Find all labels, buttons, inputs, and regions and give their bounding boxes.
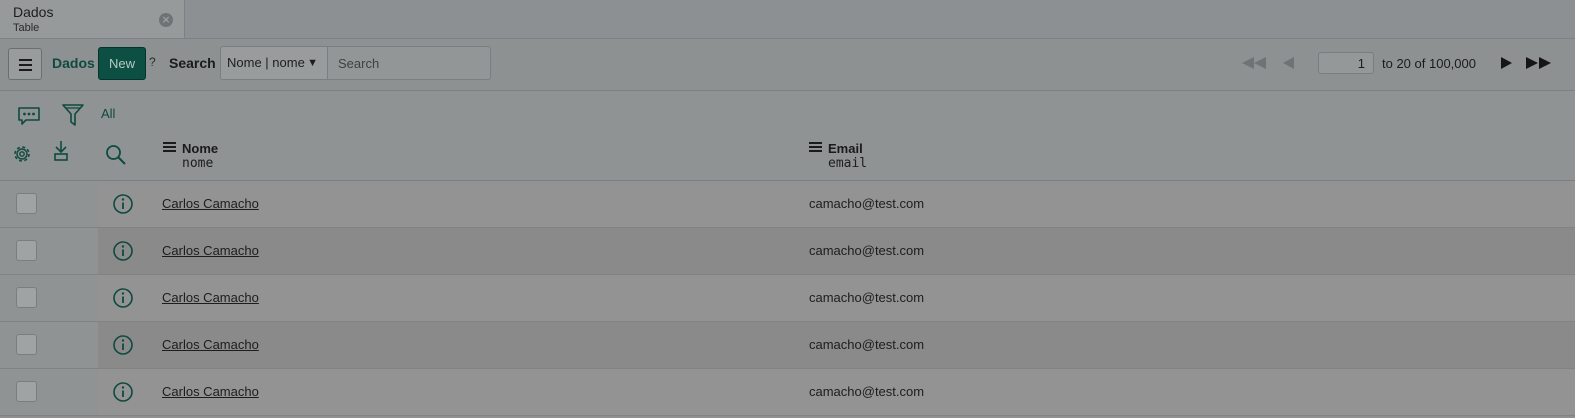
column-title: Email (828, 141, 863, 156)
row-select-cell (0, 228, 98, 274)
left-arrow-icon[interactable] (1282, 57, 1296, 69)
close-icon[interactable]: × (159, 13, 173, 27)
funnel-icon[interactable] (62, 103, 84, 127)
row-name-link[interactable]: Carlos Camacho (162, 337, 259, 352)
row-checkbox[interactable] (16, 334, 37, 355)
info-circle-icon[interactable] (112, 287, 134, 309)
tab-strip: Dados Table × (0, 0, 1575, 39)
row-name-link[interactable]: Carlos Camacho (162, 290, 259, 305)
search-field-value: Nome | nome (227, 55, 305, 70)
gear-icon[interactable] (11, 143, 33, 165)
menu-button[interactable] (8, 48, 42, 80)
table-row: Carlos Camacho camacho@test.com (0, 275, 1575, 322)
table-row: Carlos Camacho camacho@test.com (0, 322, 1575, 369)
column-field-name: email (828, 156, 868, 171)
row-checkbox[interactable] (16, 193, 37, 214)
row-email: camacho@test.com (809, 243, 925, 258)
right-arrow-icon[interactable] (1500, 57, 1514, 69)
new-button[interactable]: New (98, 47, 146, 80)
row-name-link[interactable]: Carlos Camacho (162, 196, 259, 211)
chat-bubble-icon[interactable] (17, 106, 41, 126)
column-menu-icon[interactable] (163, 142, 176, 152)
info-circle-icon[interactable] (112, 381, 134, 403)
row-email: camacho@test.com (809, 290, 925, 305)
help-icon[interactable]: ? (149, 55, 156, 69)
row-email: camacho@test.com (809, 384, 925, 399)
filter-all-link[interactable]: All (101, 106, 115, 121)
hamburger-icon-line (19, 69, 32, 71)
hamburger-icon-line (19, 64, 32, 66)
info-circle-icon[interactable] (112, 193, 134, 215)
row-select-cell (0, 181, 98, 227)
table-row: Carlos Camacho camacho@test.com (0, 369, 1575, 416)
row-email: camacho@test.com (809, 196, 925, 211)
row-select-cell (0, 275, 98, 321)
double-left-arrow-icon[interactable] (1242, 57, 1270, 69)
column-menu-icon[interactable] (809, 142, 822, 152)
chevron-down-icon: ▼ (307, 57, 318, 69)
row-select-cell (0, 322, 98, 368)
row-checkbox[interactable] (16, 381, 37, 402)
info-circle-icon[interactable] (112, 334, 134, 356)
search-icon[interactable] (105, 144, 127, 166)
row-name-link[interactable]: Carlos Camacho (162, 384, 259, 399)
tab-subtitle: Table (13, 22, 40, 34)
column-field-name: nome (182, 156, 214, 171)
list-title-link[interactable]: Dados (52, 55, 95, 71)
search-field-select[interactable]: Nome | nome ▼ (220, 46, 328, 80)
table-body: Carlos Camacho camacho@test.com Carlos C… (0, 181, 1575, 416)
row-name-link[interactable]: Carlos Camacho (162, 243, 259, 258)
column-title: Nome (182, 141, 219, 156)
page-range-text: to 20 of 100,000 (1382, 56, 1476, 71)
row-checkbox[interactable] (16, 240, 37, 261)
table-row: Carlos Camacho camacho@test.com (0, 181, 1575, 228)
page-number-input[interactable] (1318, 52, 1374, 74)
search-input[interactable] (327, 46, 491, 80)
list-toolbar: Dados New ? Search Nome | nome ▼ to 20 o… (0, 39, 1575, 91)
info-circle-icon[interactable] (112, 240, 134, 262)
row-email: camacho@test.com (809, 337, 925, 352)
hamburger-icon (19, 59, 32, 61)
table-row: Carlos Camacho camacho@test.com (0, 228, 1575, 275)
list-header: All Nome nome Email email (0, 91, 1575, 182)
download-icon[interactable] (53, 140, 69, 162)
tab-title: Dados (13, 4, 54, 20)
row-select-cell (0, 369, 98, 415)
search-label: Search (169, 55, 216, 71)
double-right-arrow-icon[interactable] (1526, 57, 1554, 69)
tab-dados[interactable]: Dados Table × (0, 0, 185, 38)
row-checkbox[interactable] (16, 287, 37, 308)
